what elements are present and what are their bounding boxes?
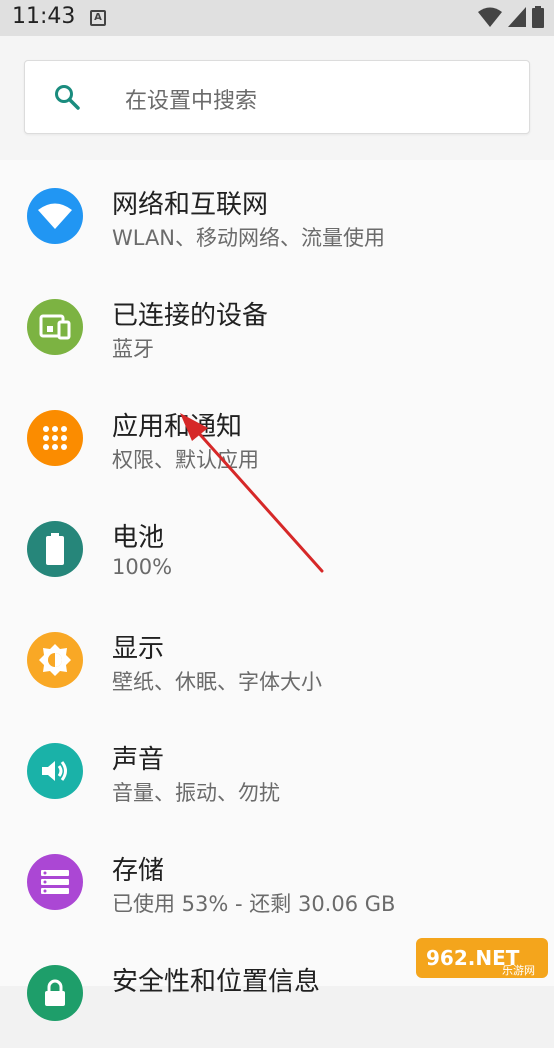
wifi-signal-icon: [478, 7, 502, 27]
watermark-subtext: 乐游网: [502, 964, 535, 977]
item-subtitle: 已使用 53% - 还剩 30.06 GB: [112, 892, 396, 916]
battery-status-icon: [532, 6, 544, 28]
settings-list: 网络和互联网 WLAN、移动网络、流量使用 已连接的设备 蓝牙 应用和通知 权限…: [0, 160, 554, 1021]
settings-item-apps[interactable]: 应用和通知 权限、默认应用: [0, 382, 554, 493]
item-title: 应用和通知: [112, 412, 243, 442]
search-icon: [55, 85, 80, 110]
volume-icon: [27, 743, 83, 799]
settings-item-battery[interactable]: 电池 100%: [0, 493, 554, 604]
devices-icon: [27, 299, 83, 355]
settings-item-display[interactable]: 显示 壁纸、休眠、字体大小: [0, 604, 554, 715]
status-time: 11:43: [12, 4, 76, 29]
wifi-icon: [27, 188, 83, 244]
notification-icon: A: [90, 10, 106, 26]
status-bar: 11:43 A: [0, 0, 554, 36]
search-area: 在设置中搜索: [0, 36, 554, 160]
item-subtitle: 蓝牙: [112, 337, 154, 361]
brightness-icon: [27, 632, 83, 688]
lock-icon: [27, 965, 83, 1021]
item-subtitle: 权限、默认应用: [112, 448, 259, 472]
search-placeholder: 在设置中搜索: [125, 89, 258, 114]
search-box[interactable]: 在设置中搜索: [24, 60, 530, 134]
item-title: 网络和互联网: [112, 190, 269, 220]
storage-icon: [27, 854, 83, 910]
item-subtitle: 音量、振动、勿扰: [112, 781, 280, 805]
item-subtitle: WLAN、移动网络、流量使用: [112, 226, 386, 250]
settings-item-connected-devices[interactable]: 已连接的设备 蓝牙: [0, 271, 554, 382]
item-title: 存储: [112, 856, 165, 886]
status-icons: [478, 6, 544, 28]
settings-item-storage[interactable]: 存储 已使用 53% - 还剩 30.06 GB: [0, 826, 554, 937]
cell-signal-icon: [508, 7, 526, 27]
apps-icon: [27, 410, 83, 466]
watermark-logo: 962.NET 乐游网: [416, 936, 548, 980]
item-title: 声音: [112, 745, 165, 775]
item-subtitle: 100%: [112, 555, 173, 579]
battery-icon: [27, 521, 83, 577]
item-title: 已连接的设备: [112, 301, 269, 331]
item-title: 显示: [112, 634, 165, 664]
item-title: 安全性和位置信息: [112, 967, 321, 997]
settings-item-network[interactable]: 网络和互联网 WLAN、移动网络、流量使用: [0, 160, 554, 271]
item-title: 电池: [112, 523, 165, 553]
settings-item-sound[interactable]: 声音 音量、振动、勿扰: [0, 715, 554, 826]
item-subtitle: 壁纸、休眠、字体大小: [112, 670, 322, 694]
